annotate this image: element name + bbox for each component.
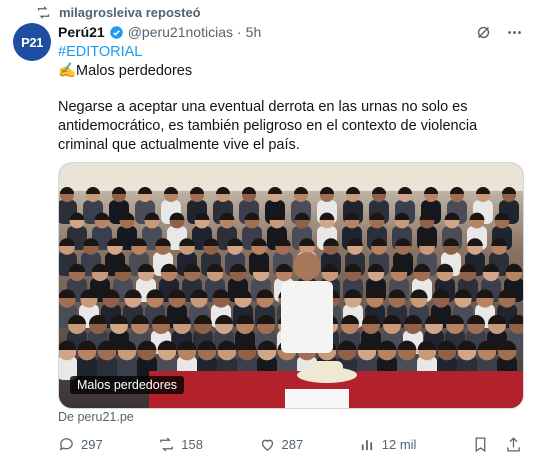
secondary-actions	[472, 436, 522, 453]
author-handle[interactable]: @peru21noticias	[128, 24, 233, 40]
repost-text: milagrosleiva reposteó	[59, 5, 201, 20]
repost-button[interactable]: 158	[158, 436, 203, 453]
reply-icon	[59, 438, 73, 451]
media-image[interactable]: Malos perdedores	[58, 162, 524, 409]
views-button[interactable]: 12 mil	[359, 436, 417, 453]
share-icon[interactable]	[505, 436, 522, 453]
repost-indicator[interactable]: milagrosleiva reposteó	[36, 5, 201, 20]
timestamp[interactable]: 5h	[246, 24, 262, 40]
like-button[interactable]: 287	[259, 436, 304, 453]
post-header: Perú21 @peru21noticias · 5h	[58, 24, 261, 40]
views-icon	[361, 440, 372, 451]
link-source[interactable]: De peru21.pe	[58, 410, 134, 424]
views-count: 12 mil	[381, 437, 417, 452]
reply-count: 297	[81, 437, 103, 452]
post-headline: ✍️Malos perdedores	[58, 63, 193, 79]
heart-icon	[261, 439, 273, 451]
grok-icon[interactable]	[475, 24, 492, 41]
bookmark-icon[interactable]	[472, 436, 489, 453]
more-options-icon[interactable]	[506, 24, 523, 41]
top-actions	[475, 24, 523, 41]
repost-icon	[37, 6, 50, 19]
like-count: 287	[281, 437, 304, 452]
repost-icon	[160, 437, 174, 452]
separator: ·	[236, 24, 242, 40]
author-name[interactable]: Perú21	[58, 24, 105, 40]
action-bar: 297 158 287 12 mil	[58, 436, 522, 453]
avatar-logo: P21	[21, 34, 43, 50]
crowd-photo	[59, 163, 523, 408]
verified-badge-icon	[109, 25, 123, 39]
post-body: Negarse a aceptar una eventual derrota e…	[58, 99, 478, 153]
avatar[interactable]: P21	[13, 23, 51, 61]
media-caption: Malos perdedores	[70, 376, 185, 394]
repost-count: 158	[181, 437, 203, 452]
reply-button[interactable]: 297	[58, 436, 103, 453]
hashtag-link[interactable]: #EDITORIAL	[58, 43, 518, 62]
